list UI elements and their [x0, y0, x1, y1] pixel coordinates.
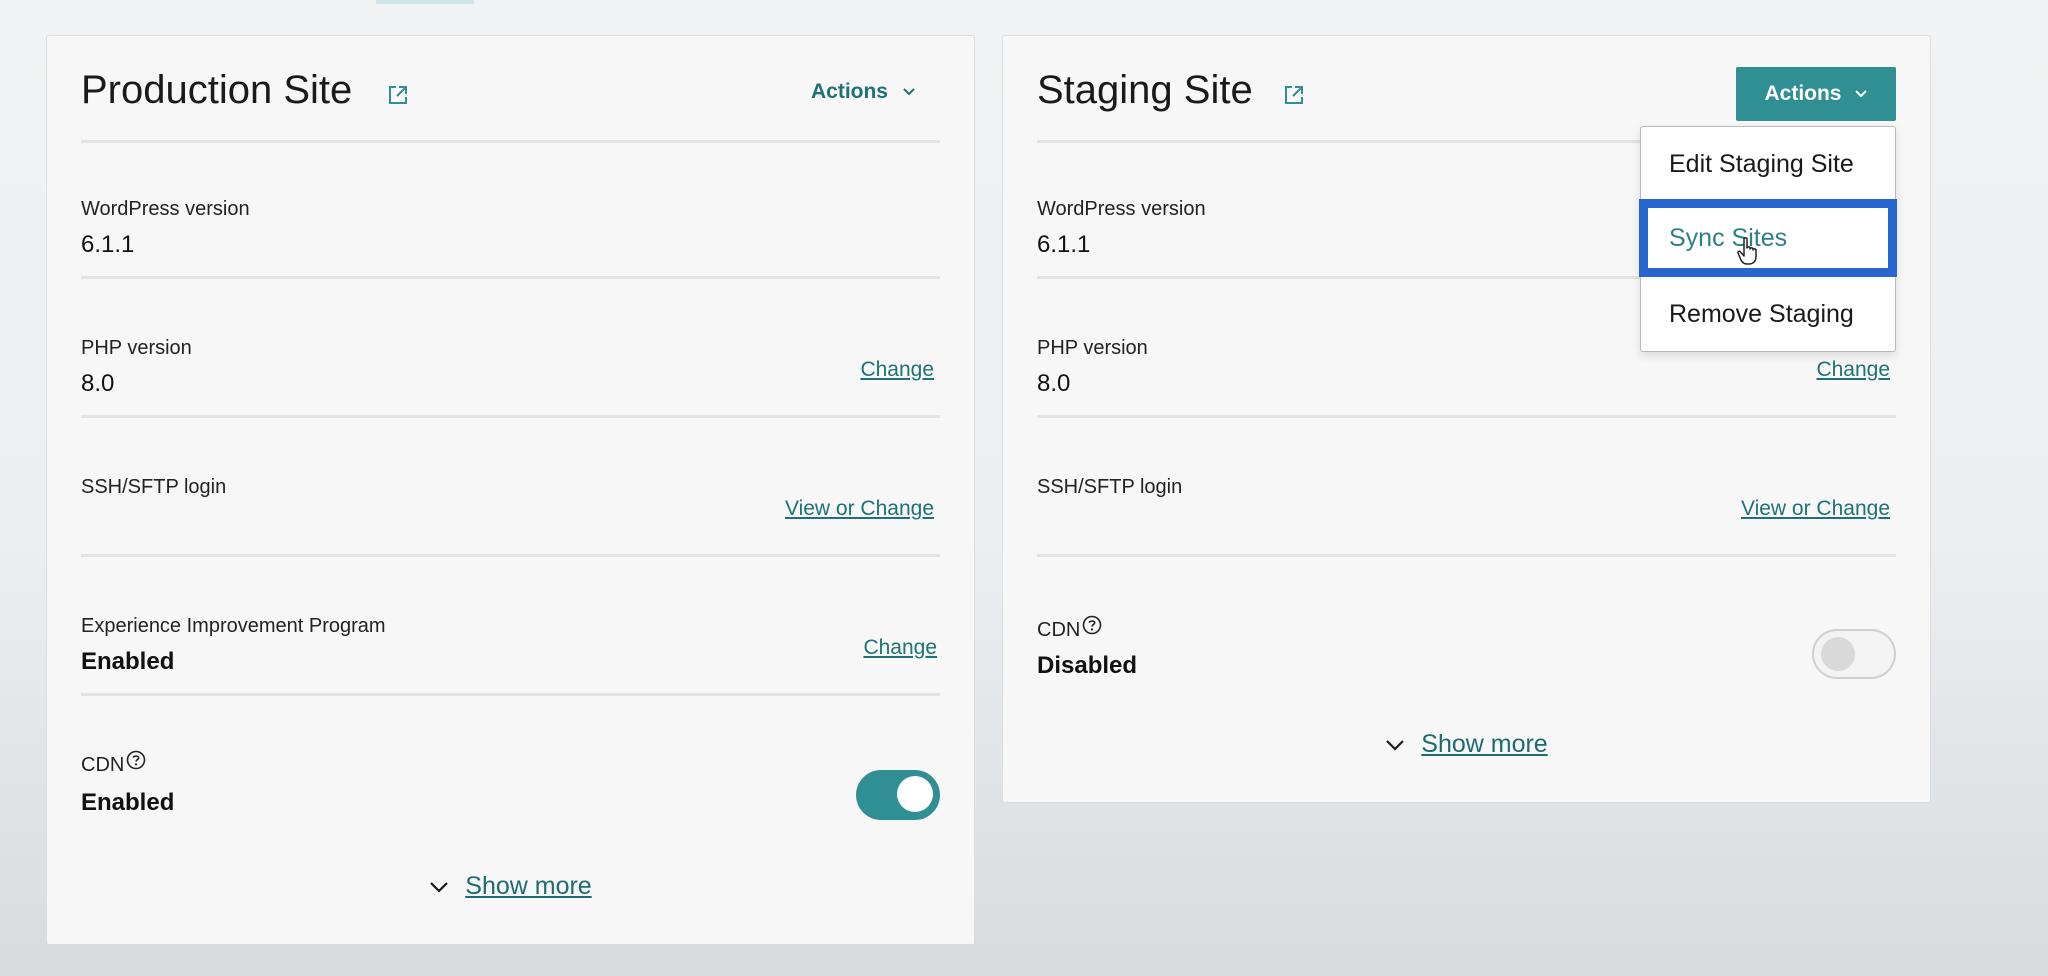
experience-change-link[interactable]: Change	[863, 636, 937, 660]
staging-show-more-button[interactable]: Show more	[1003, 730, 1930, 759]
wordpress-version-label: WordPress version	[81, 198, 250, 220]
toggle-knob	[897, 776, 933, 812]
cdn-value: Enabled	[81, 789, 175, 816]
cdn-label: CDN	[81, 750, 146, 777]
php-version-value: 8.0	[1037, 370, 1071, 397]
external-link-icon[interactable]	[387, 84, 409, 106]
ssh-view-change-link[interactable]: View or Change	[1741, 497, 1890, 521]
php-change-link[interactable]: Change	[1816, 358, 1890, 382]
wordpress-version-label: WordPress version	[1037, 198, 1206, 220]
chevron-down-icon	[1854, 90, 1867, 98]
staging-cdn-toggle[interactable]	[1812, 629, 1896, 679]
php-version-label: PHP version	[81, 337, 192, 359]
staging-ssh-row: SSH/SFTP login View or Change	[1037, 418, 1896, 557]
chevron-down-icon	[430, 881, 449, 893]
show-more-label: Show more	[1421, 730, 1548, 758]
staging-cdn-row: CDN Disabled	[1037, 557, 1896, 696]
production-experience-row: Experience Improvement Program Enabled C…	[81, 557, 940, 696]
production-site-title: Production Site	[81, 68, 353, 112]
staging-actions-menu: Edit Staging Site Sync Sites Remove Stag…	[1639, 126, 1897, 352]
ssh-sftp-label: SSH/SFTP login	[81, 476, 227, 498]
staging-actions-button[interactable]: Actions	[1736, 67, 1896, 121]
php-version-value: 8.0	[81, 370, 115, 397]
wordpress-version-value: 6.1.1	[1037, 231, 1091, 258]
cdn-value: Disabled	[1037, 652, 1138, 679]
experience-program-label: Experience Improvement Program	[81, 615, 386, 637]
php-change-link[interactable]: Change	[860, 358, 934, 382]
production-php-row: PHP version 8.0 Change	[81, 279, 940, 418]
show-more-label: Show more	[465, 872, 592, 900]
staging-actions-label: Actions	[1764, 82, 1842, 105]
production-actions-button[interactable]: Actions	[811, 80, 916, 104]
menu-item-edit-staging-site[interactable]: Edit Staging Site	[1641, 127, 1895, 201]
production-site-card: Production Site Actions WordPress versio…	[46, 35, 975, 945]
ssh-sftp-label: SSH/SFTP login	[1037, 476, 1183, 498]
cdn-label: CDN	[1037, 615, 1102, 642]
help-circle-icon[interactable]	[1082, 615, 1102, 635]
help-circle-icon[interactable]	[126, 750, 146, 770]
production-wordpress-row: WordPress version 6.1.1	[81, 140, 940, 279]
chevron-down-icon	[1386, 739, 1405, 751]
staging-site-title: Staging Site	[1037, 68, 1253, 112]
cdn-label-text: CDN	[81, 754, 125, 776]
production-actions-label: Actions	[810, 80, 888, 103]
top-tab-indicator	[376, 0, 474, 4]
production-card-header: Production Site Actions	[81, 36, 940, 143]
php-version-label: PHP version	[1037, 337, 1148, 359]
hand-pointer-icon	[1737, 237, 1757, 265]
external-link-icon[interactable]	[1283, 84, 1305, 106]
production-cdn-row: CDN Enabled	[81, 696, 940, 835]
production-ssh-row: SSH/SFTP login View or Change	[81, 418, 940, 557]
menu-item-remove-staging[interactable]: Remove Staging	[1641, 277, 1895, 351]
cdn-label-text: CDN	[1037, 619, 1081, 641]
toggle-knob	[1821, 637, 1855, 671]
ssh-view-change-link[interactable]: View or Change	[785, 497, 934, 521]
chevron-down-icon	[903, 88, 915, 96]
experience-program-value: Enabled	[81, 648, 175, 675]
production-cdn-toggle[interactable]	[856, 770, 940, 820]
production-show-more-button[interactable]: Show more	[47, 872, 974, 901]
menu-item-sync-sites[interactable]: Sync Sites	[1639, 199, 1897, 277]
wordpress-version-value: 6.1.1	[81, 231, 135, 258]
